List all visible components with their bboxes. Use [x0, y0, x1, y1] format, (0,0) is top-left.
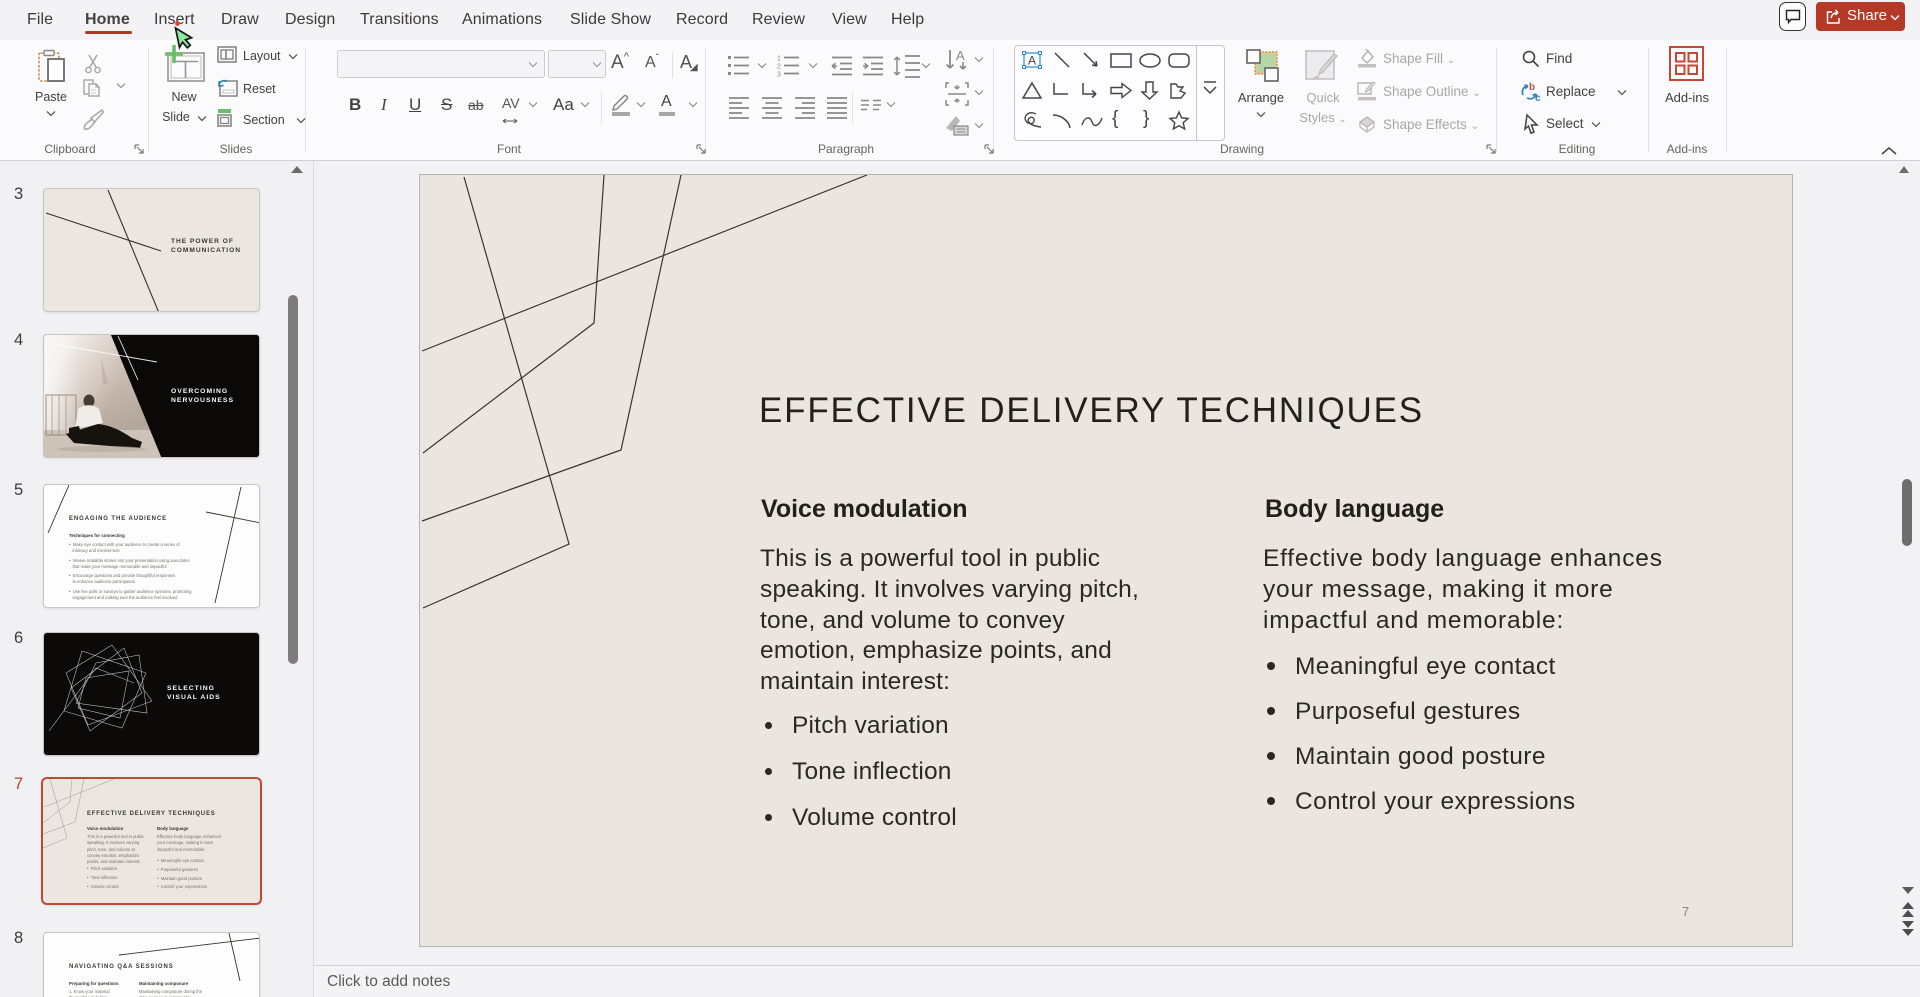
svg-text:A: A: [956, 48, 965, 63]
svg-text:b: b: [1529, 82, 1535, 93]
svg-text:1: 1: [777, 56, 781, 63]
svg-text:2: 2: [777, 64, 781, 71]
svg-text:3: 3: [777, 72, 781, 79]
svg-text:c: c: [1535, 93, 1541, 103]
svg-text:A: A: [1028, 54, 1036, 68]
